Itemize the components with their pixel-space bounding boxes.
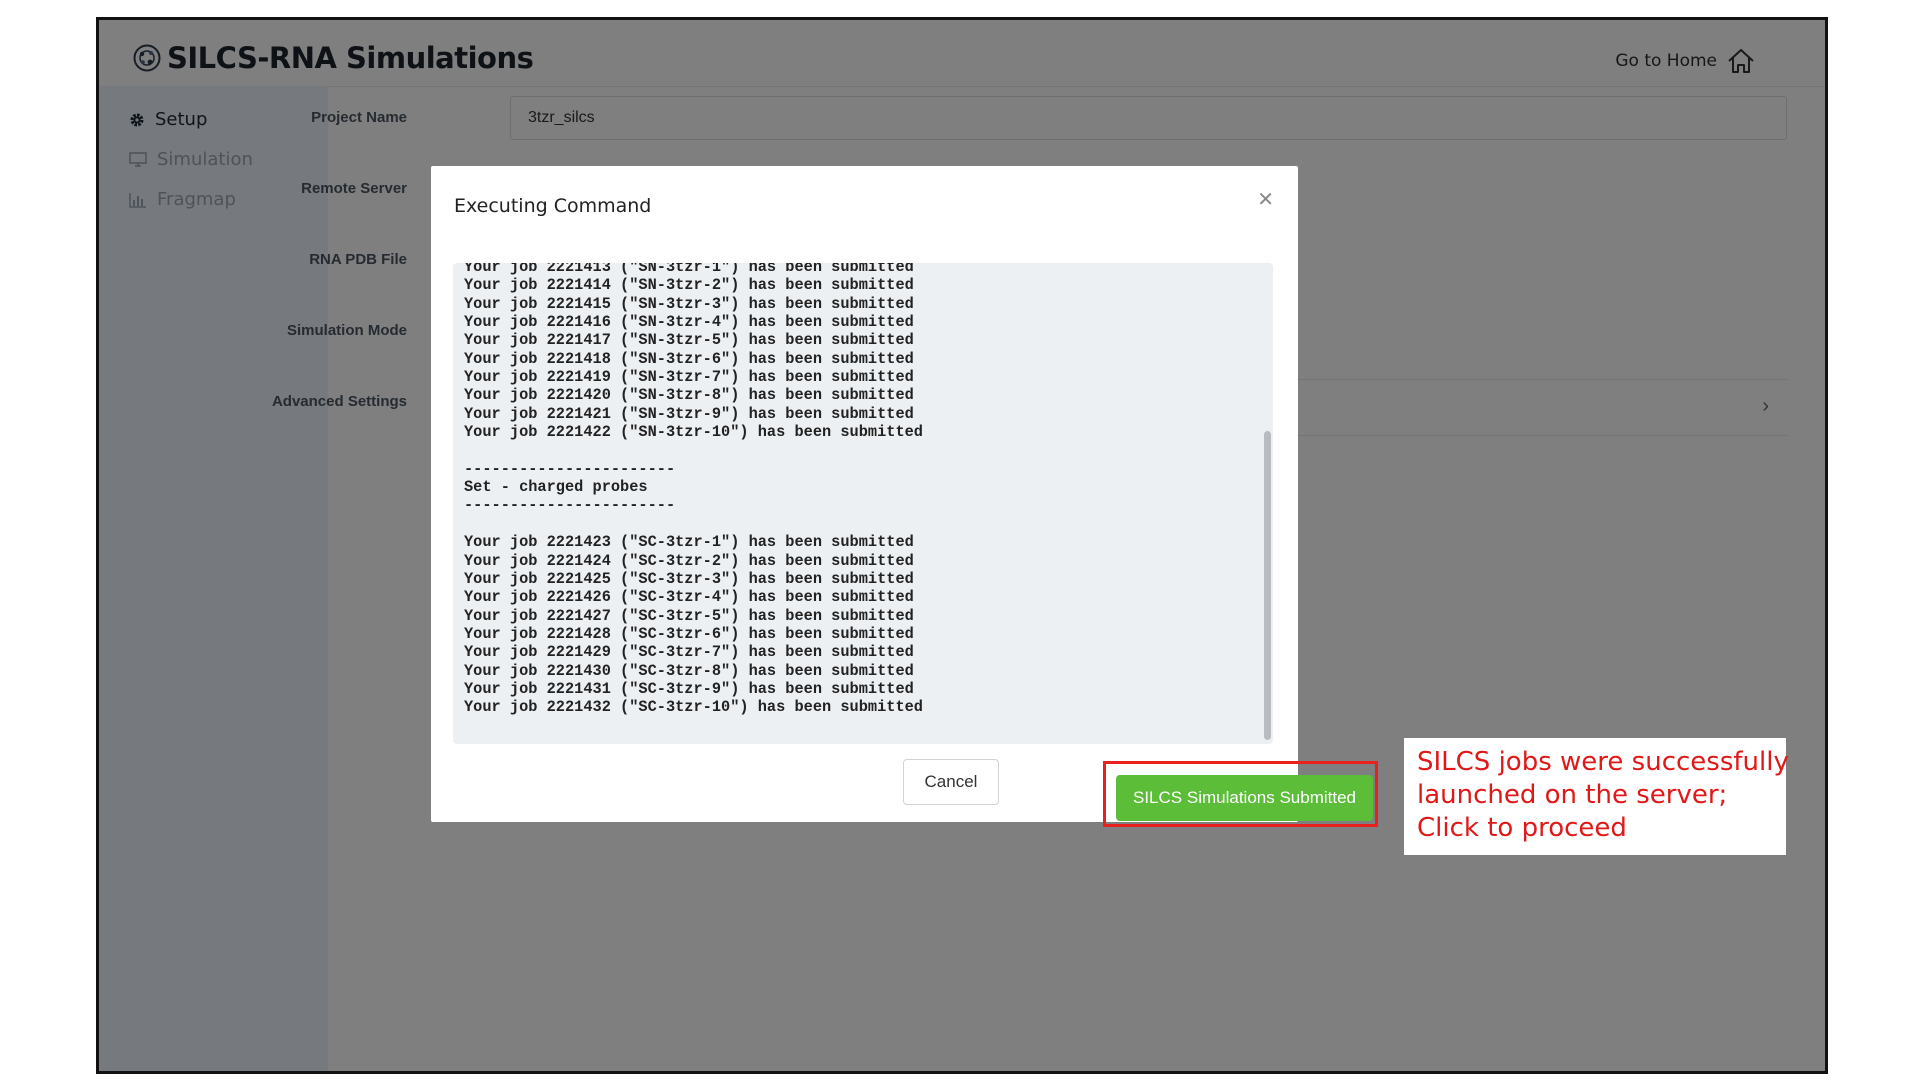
annotation-line: Click to proceed: [1417, 813, 1627, 843]
executing-command-dialog: Executing Command ✕ Your job 2221413 ("S…: [431, 166, 1298, 822]
silcs-simulations-submitted-button[interactable]: SILCS Simulations Submitted: [1116, 775, 1373, 821]
cancel-button[interactable]: Cancel: [903, 759, 999, 805]
annotation-line: SILCS jobs were successfully: [1417, 747, 1789, 777]
close-icon[interactable]: ✕: [1257, 190, 1274, 210]
console-scrollbar[interactable]: [1264, 431, 1271, 740]
dialog-title: Executing Command: [454, 195, 652, 217]
command-output-console[interactable]: Your job 2221413 ("SN-3tzr-1") has been …: [453, 263, 1273, 744]
annotation-line: launched on the server;: [1417, 780, 1728, 810]
annotation-callout: SILCS jobs were successfully launched on…: [1404, 738, 1789, 855]
command-output-text: Your job 2221413 ("SN-3tzr-1") has been …: [464, 263, 923, 717]
